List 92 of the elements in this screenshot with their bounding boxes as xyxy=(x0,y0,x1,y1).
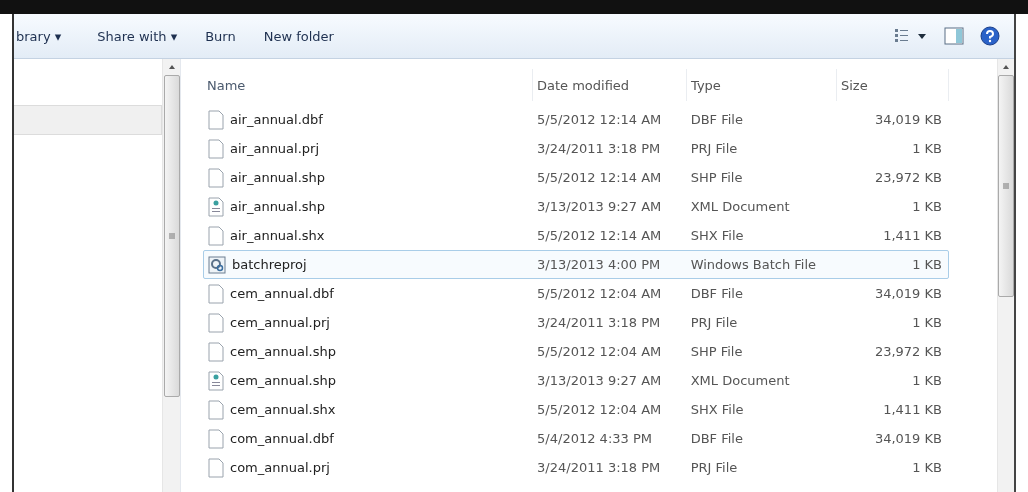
document-icon xyxy=(208,167,224,188)
document-icon xyxy=(208,457,224,478)
date-cell-text: 3/24/2011 3:18 PM xyxy=(536,141,662,156)
document-icon xyxy=(208,109,224,130)
toolbar-button[interactable]: Burn xyxy=(191,24,250,48)
size-cell-text: 34,019 KB xyxy=(873,112,943,127)
size-cell-text: 1 KB xyxy=(911,373,943,388)
file-name: air_annual.prj xyxy=(230,141,320,156)
date-cell-text: 5/5/2012 12:04 AM xyxy=(536,344,663,359)
column-header[interactable]: Type xyxy=(687,69,837,101)
file-name: com_annual.dbf xyxy=(230,431,334,446)
file-row[interactable]: air_annual.dbf 5/5/2012 12:14 AM DBF File 34,019 KB xyxy=(203,105,949,134)
file-name: air_annual.shp xyxy=(230,199,326,214)
size-cell-text: 23,972 KB xyxy=(873,344,943,359)
column-header[interactable]: Size xyxy=(837,69,949,101)
toolbar-button[interactable]: brary ▾ xyxy=(14,24,76,48)
type-cell-text: SHP File xyxy=(689,344,744,359)
file-row[interactable]: air_annual.shp 5/5/2012 12:14 AM SHP File 23,972 KB xyxy=(203,163,949,192)
size-cell-text: 1,411 KB xyxy=(882,228,943,243)
size-cell-text: 1 KB xyxy=(911,141,943,156)
toolbar-button[interactable]: New folder xyxy=(249,24,348,48)
file-row[interactable]: air_annual.shp 3/13/2013 9:27 AM XML Document 1 KB xyxy=(203,192,949,221)
type-cell-text: SHX File xyxy=(689,402,745,417)
file-name: com_annual.prj xyxy=(230,460,330,475)
file-name: cem_annual.shp xyxy=(230,373,336,388)
file-row[interactable]: com_annual.prj 3/24/2011 3:18 PM PRJ File 1 KB xyxy=(203,453,949,482)
file-row[interactable]: cem_annual.shp 3/13/2013 9:27 AM XML Document 1 KB xyxy=(203,366,949,395)
size-cell-text: 1 KB xyxy=(911,315,943,330)
document-icon xyxy=(208,225,224,246)
date-cell-text: 5/5/2012 12:14 AM xyxy=(536,228,663,243)
size-cell-text: 23,972 KB xyxy=(873,170,943,185)
type-cell-text: PRJ File xyxy=(689,460,739,475)
date-cell-text: 5/5/2012 12:04 AM xyxy=(536,402,663,417)
date-cell-text: 5/5/2012 12:14 AM xyxy=(536,112,663,127)
column-header[interactable]: Name xyxy=(203,69,533,101)
type-cell-text: Windows Batch File xyxy=(689,257,818,272)
size-cell-text: 34,019 KB xyxy=(873,431,943,446)
type-cell-text: SHP File xyxy=(689,170,744,185)
document-icon xyxy=(208,428,224,449)
date-cell-text: 3/13/2013 9:27 AM xyxy=(536,199,663,214)
type-cell-text: SHX File xyxy=(689,228,745,243)
date-cell-text: 3/24/2011 3:18 PM xyxy=(536,315,662,330)
file-name: air_annual.shp xyxy=(230,170,326,185)
file-row[interactable]: cem_annual.dbf 5/5/2012 12:04 AM DBF File 34,019 KB xyxy=(203,279,949,308)
file-name: batchreproj xyxy=(232,257,307,272)
size-cell-text: 1 KB xyxy=(911,460,943,475)
size-cell-text: 1 KB xyxy=(911,199,943,214)
file-row[interactable]: air_annual.prj 3/24/2011 3:18 PM PRJ File 1 KB xyxy=(203,134,949,163)
document-icon xyxy=(208,341,224,362)
file-row[interactable]: cem_annual.prj 3/24/2011 3:18 PM PRJ File 1 KB xyxy=(203,308,949,337)
view-options-icon[interactable] xyxy=(894,28,928,44)
file-name: cem_annual.dbf xyxy=(230,286,334,301)
file-row[interactable]: cem_annual.shx 5/5/2012 12:04 AM SHX File 1,411 KB xyxy=(203,395,949,424)
date-cell-text: 3/24/2011 3:18 PM xyxy=(536,460,662,475)
xml-document-icon xyxy=(208,370,224,391)
scrollbar[interactable] xyxy=(162,59,180,492)
type-cell-text: XML Document xyxy=(689,199,791,214)
date-cell-text: 5/5/2012 12:04 AM xyxy=(536,286,663,301)
xml-document-icon xyxy=(208,196,224,217)
type-cell-text: XML Document xyxy=(689,373,791,388)
date-cell-text: 3/13/2013 4:00 PM xyxy=(536,257,662,272)
type-cell-text: DBF File xyxy=(689,286,744,301)
gear-window-icon xyxy=(208,255,226,274)
type-cell-text: PRJ File xyxy=(689,315,739,330)
document-icon xyxy=(208,138,224,159)
file-name: cem_annual.prj xyxy=(230,315,330,330)
file-name: air_annual.shx xyxy=(230,228,325,243)
column-header[interactable]: Date modified xyxy=(533,69,687,101)
size-cell-text: 34,019 KB xyxy=(873,286,943,301)
toolbar-button[interactable]: Share with ▾ xyxy=(83,24,192,48)
file-name: cem_annual.shx xyxy=(230,402,336,417)
file-row[interactable]: cem_annual.shp 5/5/2012 12:04 AM SHP File 23,972 KB xyxy=(203,337,949,366)
date-cell-text: 5/5/2012 12:14 AM xyxy=(536,170,663,185)
size-cell-text: 1 KB xyxy=(911,257,943,272)
grip-icon xyxy=(168,233,175,239)
file-name: air_annual.dbf xyxy=(230,112,323,127)
file-row[interactable]: com_annual.dbf 5/4/2012 4:33 PM DBF File 34,019 KB xyxy=(203,424,949,453)
file-name: cem_annual.shp xyxy=(230,344,336,359)
document-icon xyxy=(208,312,224,333)
size-cell-text: 1,411 KB xyxy=(882,402,943,417)
file-row[interactable]: air_annual.shx 5/5/2012 12:14 AM SHX File 1,411 KB xyxy=(203,221,949,250)
scrollbar[interactable] xyxy=(997,59,1014,492)
grip-icon xyxy=(1003,183,1009,189)
date-cell-text: 5/4/2012 4:33 PM xyxy=(536,431,653,446)
type-cell-text: DBF File xyxy=(689,431,744,446)
type-cell-text: PRJ File xyxy=(689,141,739,156)
document-icon xyxy=(208,399,224,420)
help-icon[interactable] xyxy=(980,26,1000,46)
date-cell-text: 3/13/2013 9:27 AM xyxy=(536,373,663,388)
document-icon xyxy=(208,283,224,304)
file-row[interactable]: batchreproj 3/13/2013 4:00 PM Windows Batch File 1 KB xyxy=(203,250,949,279)
type-cell-text: DBF File xyxy=(689,112,744,127)
